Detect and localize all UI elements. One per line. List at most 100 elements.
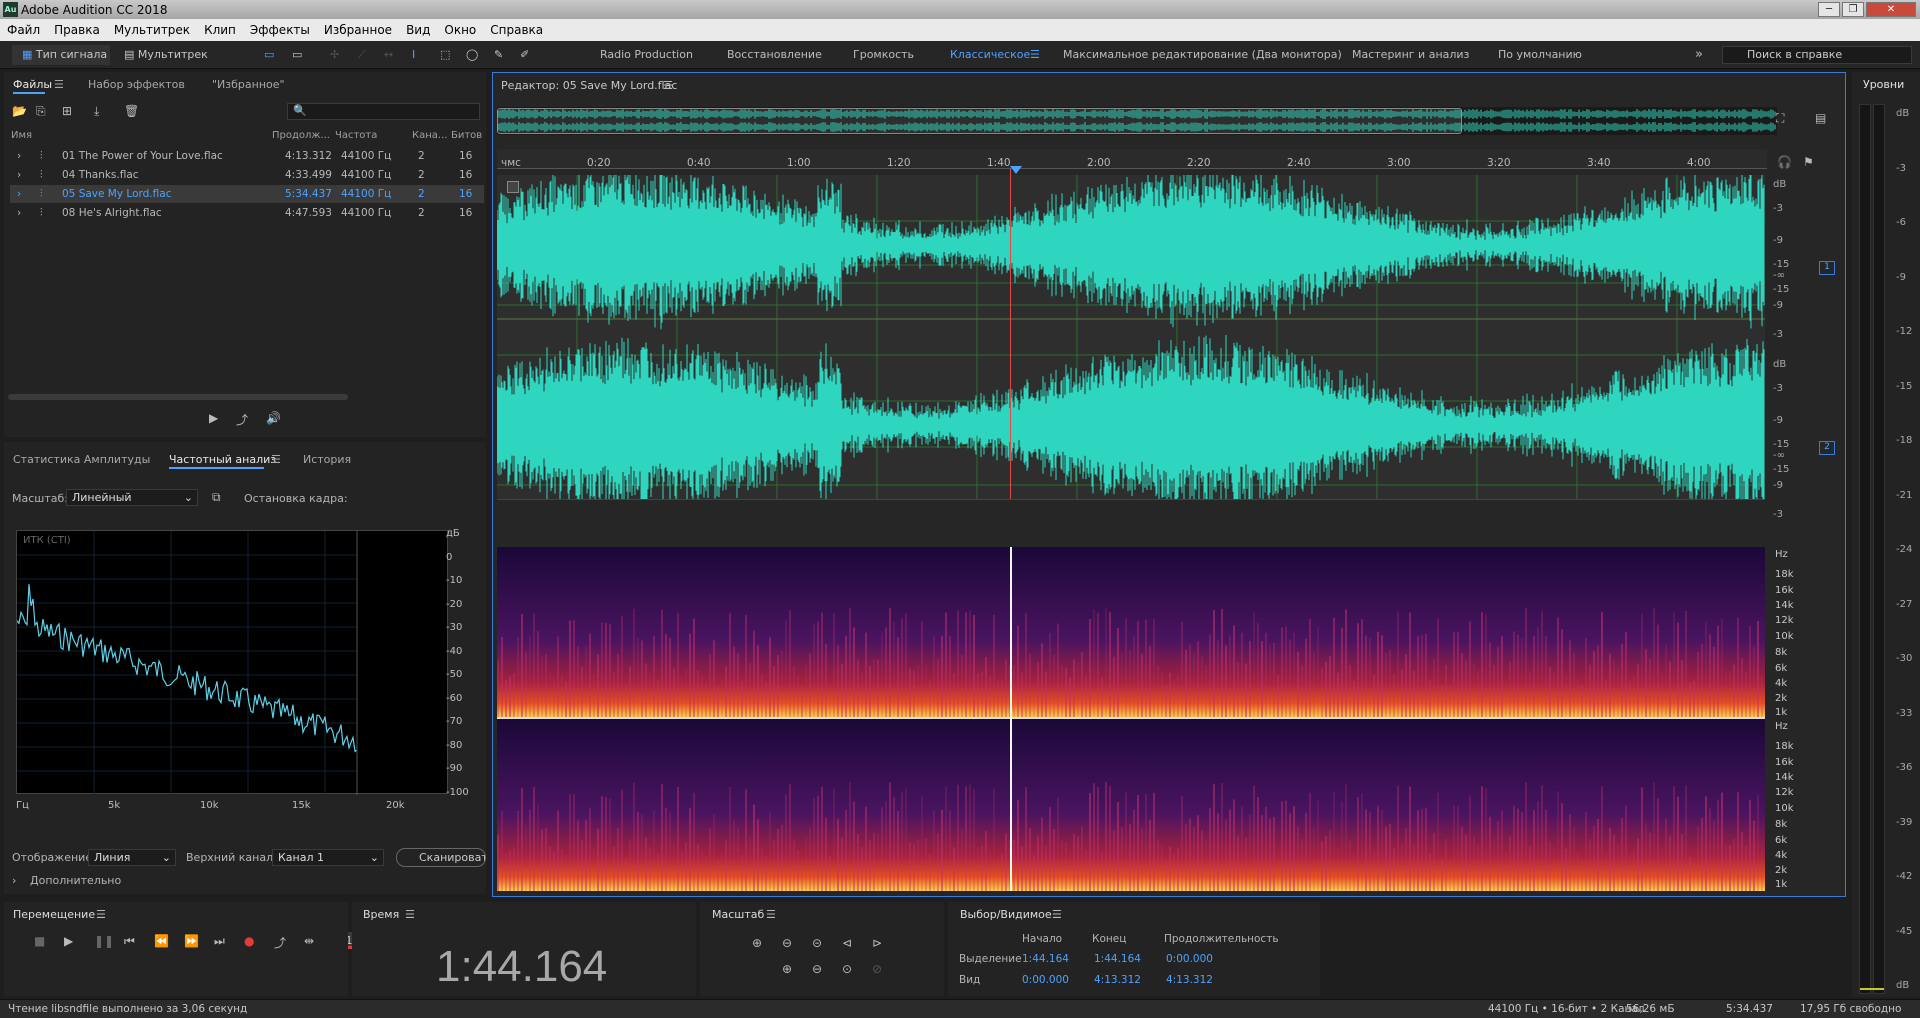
file-row[interactable]: › ⫶ 04 Thanks.flac 4:33.499 44100 Гц 2 16	[10, 166, 484, 184]
workspace-edit-dual[interactable]: Максимальное редактирование (Два монитор…	[1063, 46, 1342, 64]
workspace-overflow-button[interactable]: »	[1695, 46, 1703, 64]
zoom-in-right-icon[interactable]: ⊳	[872, 936, 882, 950]
spectral-display-icon[interactable]: ▭	[292, 45, 302, 65]
channel-1-badge[interactable]: 1	[1819, 261, 1835, 275]
waveform-view-button[interactable]: ▦ Тип сигнала	[12, 45, 110, 65]
file-row[interactable]: › ⫶ 01 The Power of Your Love.flac 4:13.312…	[10, 147, 484, 165]
menu-help[interactable]: Справка	[483, 19, 550, 41]
autoplay-icon[interactable]: 🔊	[266, 411, 281, 425]
files-menu-icon[interactable]: ☰	[54, 78, 64, 91]
file-row[interactable]: › ⫶ 08 He's Alright.flac 4:47.593 44100 Гц 2 1…	[10, 204, 484, 222]
display-select[interactable]: Линия ⌄	[88, 849, 176, 866]
editor-menu-icon[interactable]: ☰	[663, 79, 673, 92]
pause-icon[interactable]: ❚❚	[94, 934, 114, 948]
record-icon[interactable]: ●	[244, 934, 254, 948]
insert-file-icon[interactable]: ⤓	[94, 104, 99, 119]
play-icon[interactable]: ▶	[64, 934, 73, 948]
col-bits[interactable]: Битов	[451, 130, 482, 141]
loop-icon[interactable]: ⤴	[274, 934, 286, 951]
expand-arrow-icon[interactable]: ›	[12, 874, 16, 887]
expand-arrow-icon[interactable]: ›	[17, 185, 21, 203]
workspace-classic[interactable]: Классическое	[950, 46, 1030, 64]
zoom-in-amplitude-icon[interactable]: ⊕	[752, 936, 762, 950]
expand-arrow-icon[interactable]: ›	[17, 147, 21, 165]
col-duration[interactable]: Продолж...	[272, 130, 330, 141]
marker-icon[interactable]: ⚑	[1803, 155, 1814, 169]
zoom-disabled-icon[interactable]: ⊘	[872, 962, 882, 976]
move-tool-icon[interactable]: ✢	[330, 45, 339, 65]
selection-menu-icon[interactable]: ☰	[1052, 908, 1062, 921]
zoom-selection-icon[interactable]: ⊙	[842, 962, 852, 976]
overview-menu-icon[interactable]: ▤	[1815, 111, 1826, 125]
menu-effects[interactable]: Эффекты	[243, 19, 317, 41]
multitrack-view-button[interactable]: ▤ Мультитрек	[124, 45, 220, 65]
loop-preview-icon[interactable]: ⤴	[236, 411, 248, 428]
menu-favorites[interactable]: Избранное	[317, 19, 399, 41]
close-button[interactable]: ✕	[1866, 2, 1916, 17]
channel-select[interactable]: Канал 1 ⌄	[272, 849, 384, 866]
scan-button[interactable]: Сканировать	[396, 848, 486, 867]
delete-file-icon[interactable]: 🗑	[124, 104, 139, 118]
hud-toggle-icon[interactable]	[507, 181, 519, 193]
lasso-tool-icon[interactable]: ◯	[466, 45, 478, 65]
workspace-mastering[interactable]: Мастеринг и анализ	[1352, 46, 1469, 64]
selection-end[interactable]: 1:44.164	[1094, 953, 1141, 965]
spot-healing-tool-icon[interactable]: ✐	[520, 45, 529, 65]
menu-file[interactable]: Файл	[0, 19, 47, 41]
workspace-loudness[interactable]: Громкость	[853, 46, 914, 64]
waveform-area[interactable]	[496, 160, 1765, 515]
waveform-display-icon[interactable]: ▭	[264, 45, 274, 65]
razor-tool-icon[interactable]: ⟋	[358, 45, 366, 65]
selection-duration[interactable]: 0:00.000	[1166, 953, 1213, 965]
open-file-icon[interactable]: 📂	[12, 104, 27, 118]
minimize-button[interactable]: ─	[1818, 2, 1840, 17]
expand-arrow-icon[interactable]: ›	[17, 166, 21, 184]
marquee-tool-icon[interactable]: ⬚	[440, 45, 450, 65]
brush-tool-icon[interactable]: ✎	[494, 45, 503, 65]
zoom-fit-icon[interactable]: ⛶	[1776, 111, 1784, 126]
go-start-icon[interactable]: ⏮	[124, 934, 135, 949]
menu-window[interactable]: Окно	[437, 19, 483, 41]
maximize-button[interactable]: ❐	[1842, 2, 1864, 17]
zoom-out-amplitude-icon[interactable]: ⊖	[782, 936, 792, 950]
freeze-copy-icon[interactable]: ⧉	[212, 490, 221, 505]
zoom-in-left-icon[interactable]: ⊲	[842, 936, 852, 950]
headphone-icon[interactable]: 🎧	[1777, 155, 1792, 169]
expand-arrow-icon[interactable]: ›	[17, 204, 21, 222]
time-selection-tool-icon[interactable]: I	[412, 45, 415, 65]
go-end-icon[interactable]: ⏭	[214, 934, 225, 949]
files-scrollbar[interactable]	[8, 394, 348, 400]
playhead-marker-icon[interactable]	[1010, 166, 1022, 174]
play-preview-icon[interactable]: ▶	[209, 411, 218, 425]
overview-navigator[interactable]	[497, 107, 1777, 135]
skip-selection-icon[interactable]: ⇹	[304, 934, 314, 948]
menu-multitrack[interactable]: Мультитрек	[107, 19, 197, 41]
workspace-menu-icon[interactable]: ☰	[1030, 46, 1040, 64]
menu-clip[interactable]: Клип	[197, 19, 243, 41]
view-start[interactable]: 0:00.000	[1022, 974, 1069, 986]
help-search-input[interactable]: Поиск в справке	[1722, 46, 1912, 64]
analysis-menu-icon[interactable]: ☰	[271, 453, 281, 466]
tab-favorites[interactable]: "Избранное"	[212, 78, 285, 91]
zoom-in-time-icon[interactable]: ⊕	[782, 962, 792, 976]
transport-menu-icon[interactable]: ☰	[96, 908, 106, 921]
fast-forward-icon[interactable]: ⏩	[184, 934, 199, 948]
view-end[interactable]: 4:13.312	[1094, 974, 1141, 986]
tab-frequency-analysis[interactable]: Частотный анализ	[169, 453, 276, 466]
workspace-restoration[interactable]: Восстановление	[727, 46, 822, 64]
tab-history[interactable]: История	[303, 453, 351, 466]
selection-start[interactable]: 1:44.164	[1022, 953, 1069, 965]
new-file-icon[interactable]: ⊞	[62, 104, 72, 118]
rewind-icon[interactable]: ⏪	[154, 934, 169, 948]
file-row[interactable]: › ⫶ 05 Save My Lord.flac 5:34.437 44100 Гц 2 1…	[10, 185, 484, 203]
channel-2-badge[interactable]: 2	[1819, 441, 1835, 455]
col-name[interactable]: Имя	[11, 130, 32, 141]
workspace-default[interactable]: По умолчанию	[1498, 46, 1582, 64]
col-rate[interactable]: Частота	[335, 130, 377, 141]
col-channels[interactable]: Кана...	[412, 130, 447, 141]
stop-icon[interactable]: ■	[34, 934, 45, 948]
view-duration[interactable]: 4:13.312	[1166, 974, 1213, 986]
zoom-menu-icon[interactable]: ☰	[766, 908, 776, 921]
time-menu-icon[interactable]: ☰	[405, 908, 415, 921]
scale-select[interactable]: Линейный ⌄	[66, 489, 198, 506]
